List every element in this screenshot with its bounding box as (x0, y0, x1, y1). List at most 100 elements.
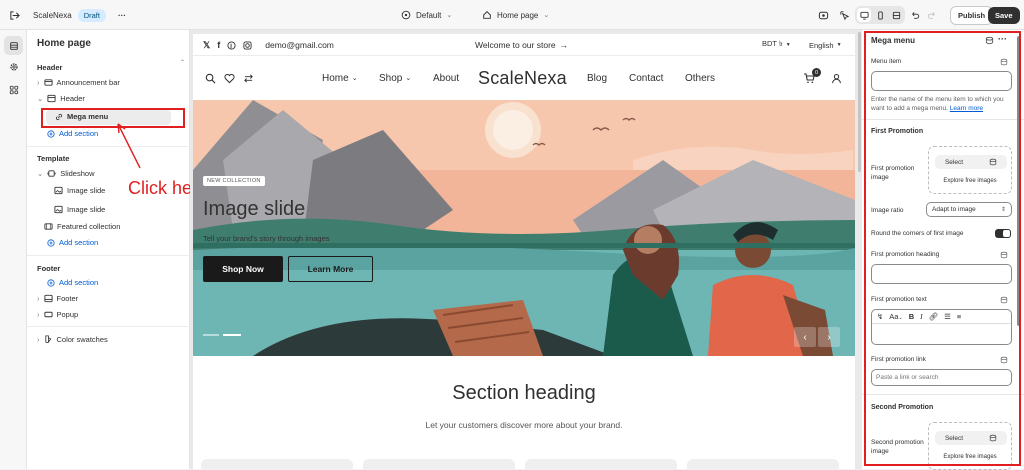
language-label: English (809, 40, 834, 50)
heart-icon[interactable] (224, 73, 235, 84)
instagram-icon[interactable] (243, 40, 252, 50)
mobile-view-button[interactable] (873, 8, 887, 22)
chevron-down-icon: ⌄ (405, 75, 412, 82)
chevron-down-icon: ⌄ (351, 75, 358, 82)
section-item-popup[interactable]: › Popup (37, 310, 78, 319)
publish-button[interactable]: Publish (950, 5, 994, 25)
sections-tab[interactable] (4, 36, 23, 55)
undo-icon (912, 12, 920, 19)
store-logo[interactable]: ScaleNexa (478, 56, 567, 100)
eye-icon (818, 11, 829, 19)
page-select[interactable]: Home page ⌄ (482, 0, 549, 30)
sections-icon (9, 41, 18, 50)
chevron-right-icon: › (37, 78, 40, 87)
contact-email[interactable]: demo@gmail.com (265, 40, 334, 50)
divider (27, 146, 190, 147)
more-actions-button[interactable]: ··· (118, 11, 126, 20)
pinterest-icon[interactable] (227, 40, 236, 50)
shop-now-button[interactable]: Shop Now (203, 256, 283, 282)
caret-down-icon: ▼ (785, 42, 791, 48)
announcement-icon (43, 79, 53, 86)
slide-dot[interactable] (203, 334, 219, 336)
add-section-button[interactable]: Add section (47, 238, 98, 247)
caret-down-icon: ▼ (836, 42, 842, 48)
add-section-button[interactable]: Add section (47, 129, 98, 138)
cursor-icon (840, 10, 850, 20)
compare-icon[interactable] (243, 73, 254, 84)
nav-item-others[interactable]: Others (685, 56, 715, 100)
section-item-featured-collection[interactable]: Featured collection (44, 222, 120, 231)
desktop-view-button[interactable] (857, 8, 871, 22)
theme-select-label: Default (416, 10, 442, 20)
chevron-down-icon: ⌄ (446, 12, 453, 19)
x-social-icon[interactable]: 𝕏 (203, 40, 210, 51)
slide-dot-active[interactable] (223, 334, 241, 336)
preview-canvas: 𝕏 f demo@gmail.com Welcome to our store … (190, 30, 858, 469)
settings-tab[interactable] (4, 57, 23, 76)
section-heading: Section heading (452, 382, 596, 404)
apps-tab[interactable] (4, 80, 23, 99)
palette-icon (401, 10, 411, 20)
footer-icon (43, 294, 53, 303)
language-select[interactable]: English ▼ (809, 34, 842, 56)
header-icon (47, 94, 56, 103)
block-item-image-slide[interactable]: Image slide (54, 186, 105, 195)
slideshow-icon (47, 170, 56, 177)
section-item-label: Announcement bar (56, 78, 120, 87)
section-item-slideshow[interactable]: ⌄ Slideshow (37, 169, 94, 178)
store-header: Home ⌄ Shop ⌄ About ScaleNexa Blog Contact… (193, 56, 855, 100)
search-icon[interactable] (205, 73, 216, 84)
image-icon (54, 205, 63, 214)
nav-item-contact[interactable]: Contact (629, 56, 663, 100)
currency-select[interactable]: BDT ৳ ▼ (762, 34, 791, 56)
redo-button[interactable] (927, 0, 937, 30)
collapse-icon[interactable]: ⌃ (180, 59, 185, 66)
add-section-label: Add section (59, 238, 99, 247)
section-item-footer[interactable]: › Footer (37, 294, 78, 303)
hero-heading: Image slide (203, 198, 306, 220)
inspector-button[interactable] (839, 0, 850, 30)
nav-item-shop[interactable]: Shop ⌄ (379, 56, 411, 100)
slide-arrows: ‹ › (794, 327, 840, 347)
section-item-header[interactable]: ⌄ Header (37, 94, 85, 103)
facebook-icon[interactable]: f (217, 40, 220, 50)
block-item-image-slide[interactable]: Image slide (54, 205, 105, 214)
nav-item-home[interactable]: Home ⌄ (322, 56, 358, 100)
hero-slideshow[interactable]: NEW COLLECTION Image slide Tell your bra… (193, 100, 855, 356)
nav-item-about[interactable]: About (433, 56, 459, 100)
exit-button[interactable] (9, 0, 20, 30)
arrow-right-icon: → (559, 40, 569, 50)
image-icon (54, 186, 63, 195)
learn-more-button[interactable]: Learn More (288, 256, 373, 282)
section-item-label: Color swatches (56, 335, 108, 344)
nav-item-label: Shop (379, 72, 403, 84)
previous-slide-button[interactable]: ‹ (794, 327, 816, 347)
divider (27, 326, 190, 327)
section-item-color-swatches[interactable]: › Color swatches (37, 335, 108, 344)
divider (27, 255, 190, 256)
undo-button[interactable] (910, 0, 920, 30)
fullscreen-view-button[interactable] (889, 8, 903, 22)
account-button[interactable] (831, 56, 842, 100)
user-icon (832, 73, 841, 83)
section-item-announcement-bar[interactable]: › Announcement bar (37, 78, 120, 87)
nav-item-blog[interactable]: Blog (587, 56, 607, 100)
announcement[interactable]: Welcome to our store → (475, 34, 568, 56)
mobile-icon (877, 10, 883, 20)
nav-item-label: Home (322, 72, 349, 84)
next-slide-button[interactable]: › (818, 327, 840, 347)
plus-circle-icon (47, 238, 55, 247)
hero-subheading: Tell your brand's story through images (203, 234, 330, 243)
plus-circle-icon (47, 278, 55, 287)
utility-bar: 𝕏 f demo@gmail.com Welcome to our store … (193, 34, 855, 56)
editor-rail (0, 30, 27, 469)
popup-icon (43, 311, 53, 318)
fullscreen-icon (892, 11, 900, 19)
save-button[interactable]: Save (988, 6, 1020, 24)
card-placeholder (687, 459, 839, 469)
header-group-title: Header (37, 63, 63, 72)
cart-button[interactable]: 0 (803, 56, 821, 100)
app-embed-button[interactable] (818, 0, 829, 30)
add-section-button[interactable]: Add section (47, 278, 98, 287)
theme-select[interactable]: Default ⌄ (401, 0, 452, 30)
